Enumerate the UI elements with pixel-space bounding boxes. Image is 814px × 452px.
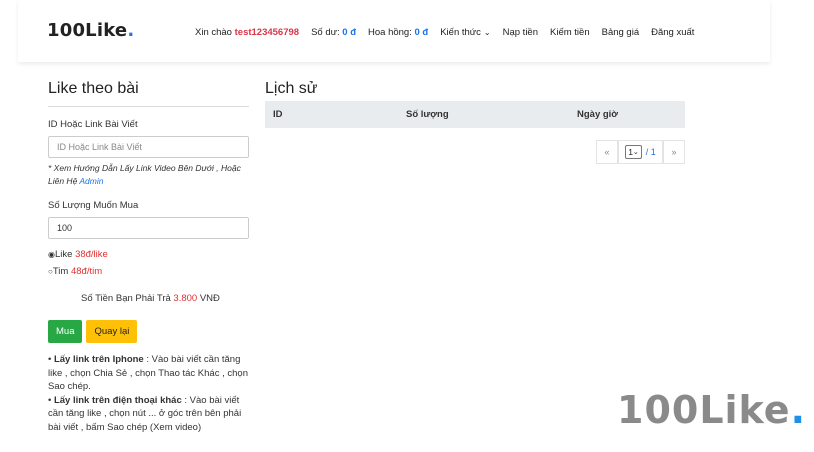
nav-logout[interactable]: Đăng xuất [651, 27, 694, 38]
balance: Số dư: 0 đ [311, 27, 356, 38]
back-button[interactable]: Quay lại [86, 320, 138, 343]
radio-checked-icon[interactable]: ◉ [48, 250, 55, 259]
option-like[interactable]: ◉Like 38đ/like [48, 249, 249, 260]
total-price: Số Tiền Bạn Phải Trả 3.800 VNĐ [81, 293, 220, 304]
admin-link[interactable]: Admin [79, 176, 103, 186]
col-id: ID [273, 109, 283, 120]
form-title: Like theo bài [48, 80, 249, 107]
prev-page-button[interactable]: « [596, 140, 618, 164]
buy-button[interactable]: Mua [48, 320, 83, 343]
next-page-button[interactable]: » [663, 140, 685, 164]
page-total: / 1 [645, 147, 656, 157]
id-label: ID Hoặc Link Bài Viết [48, 119, 138, 130]
watermark-logo: 100Like. [617, 388, 807, 432]
commission: Hoa hồng: 0 đ [368, 27, 429, 38]
username: test123456798 [234, 27, 300, 38]
page-select[interactable]: 1 ⌄ [625, 145, 642, 159]
pagination: « 1 ⌄ / 1 » [596, 140, 685, 164]
nav-pricing[interactable]: Bảng giá [602, 27, 640, 38]
brand-logo[interactable]: 100Like. [47, 20, 134, 41]
history-title: Lịch sử [265, 80, 318, 97]
nav-knowledge[interactable]: Kiến thức ⌄ [440, 27, 490, 38]
order-form: Like theo bài ID Hoặc Link Bài Viết ID H… [48, 80, 249, 434]
hint-text: * Xem Hướng Dẫn Lấy Link Video Bên Dưới … [48, 163, 241, 186]
quantity-input[interactable]: 100 [48, 217, 249, 239]
option-heart[interactable]: ○Tim 48đ/tim [48, 266, 249, 277]
chevron-down-icon: ⌄ [483, 28, 491, 37]
post-id-input[interactable]: ID Hoặc Link Bài Viết [48, 136, 249, 158]
col-quantity: Số lượng [406, 109, 449, 120]
guide-text: • Lấy link trên Iphone : Vào bài viết cầ… [48, 354, 248, 433]
top-navbar: 100Like. Xin chào test123456798 Số dư: 0… [18, 0, 770, 62]
nav-deposit[interactable]: Nạp tiền [503, 27, 538, 38]
history-table-header: ID Số lượng Ngày giờ [265, 101, 685, 128]
nav-menu: Xin chào test123456798 Số dư: 0 đ Hoa hồ… [195, 27, 694, 38]
qty-label: Số Lượng Muốn Mua [48, 200, 139, 211]
nav-earn[interactable]: Kiếm tiền [550, 27, 590, 38]
greeting: Xin chào test123456798 [195, 27, 300, 38]
col-datetime: Ngày giờ [577, 109, 619, 120]
history-panel: Lịch sử ID Số lượng Ngày giờ « 1 ⌄ / 1 » [265, 80, 685, 164]
